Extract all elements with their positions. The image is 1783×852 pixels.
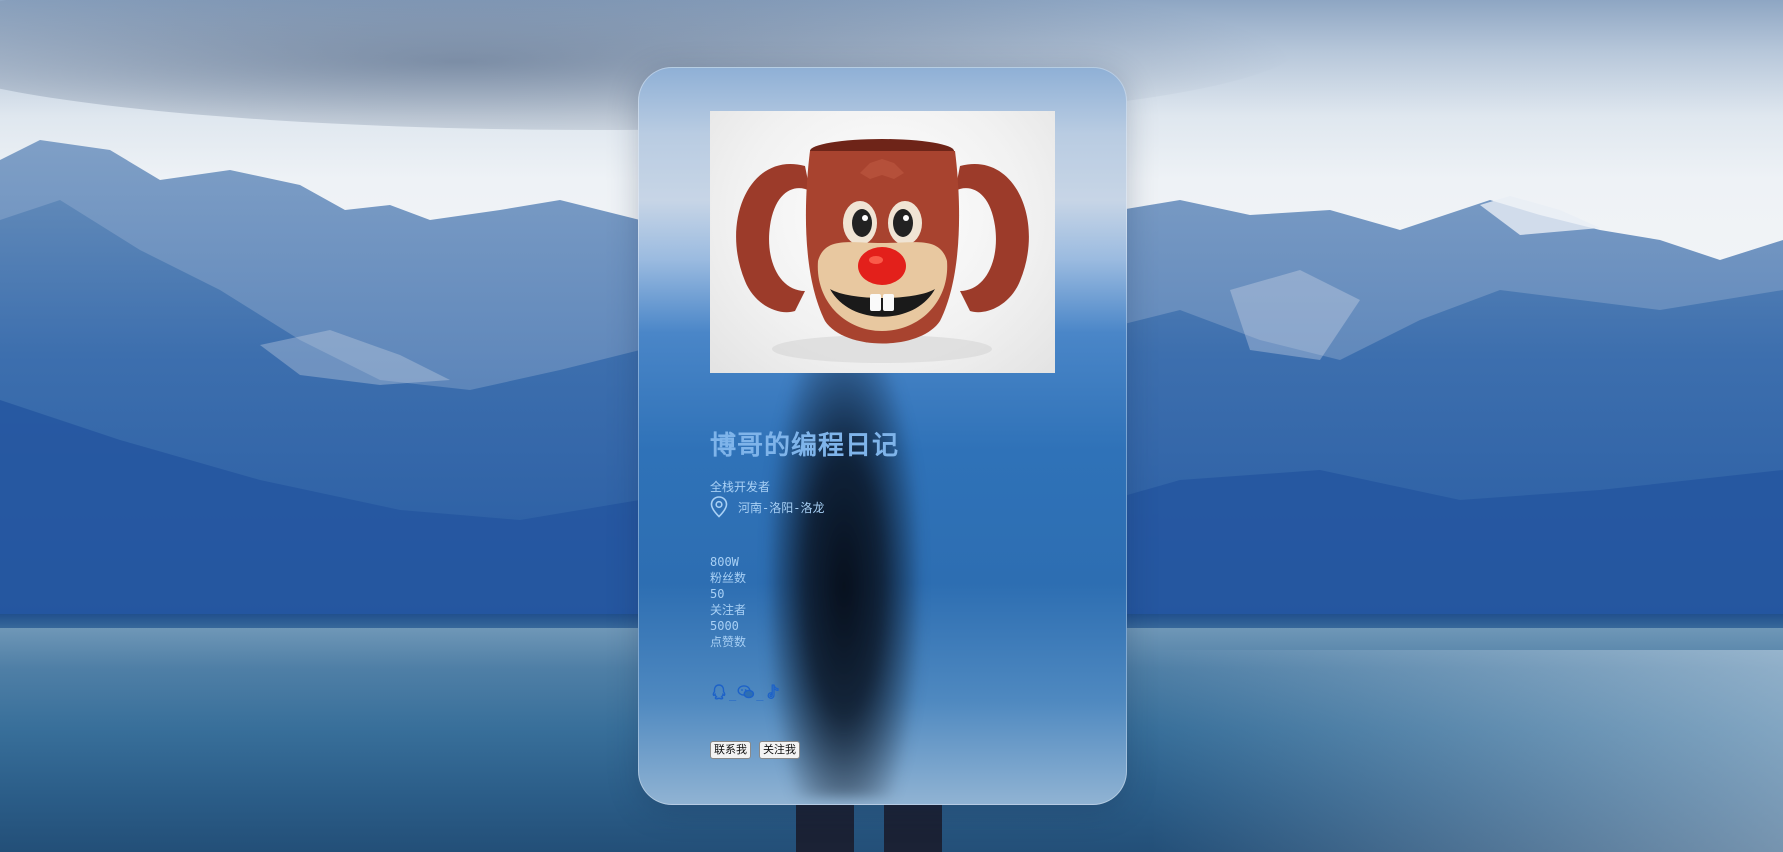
- location-text: 河南-洛阳-洛龙: [738, 500, 825, 515]
- tiktok-icon[interactable]: [764, 683, 782, 701]
- mug-illustration: [736, 139, 1029, 363]
- qq-icon[interactable]: [710, 683, 728, 701]
- contact-button[interactable]: 联系我: [710, 741, 751, 759]
- tiktok-icon-glyph: [768, 684, 780, 699]
- lake-glint: [1150, 650, 1783, 852]
- profile-location: 河南-洛阳-洛龙: [710, 496, 824, 518]
- stats-list: 800W 粉丝数 50 关注者 5000 点赞数: [710, 554, 746, 650]
- stat-following-value: 50: [710, 587, 725, 601]
- social-separator: _: [729, 687, 737, 701]
- stat-fans-value: 800W: [710, 555, 739, 569]
- profile-role: 全栈开发者: [710, 480, 771, 494]
- stat-fans-label: 粉丝数: [710, 571, 747, 585]
- social-separator: _: [756, 687, 764, 701]
- stat-likes-value: 5000: [710, 619, 739, 633]
- qq-icon-glyph: [712, 684, 726, 700]
- stat-likes-label: 点赞数: [710, 635, 747, 649]
- card-shadow: [769, 328, 919, 798]
- location-pin-icon: [710, 496, 728, 518]
- wechat-icon-glyph: [737, 685, 755, 699]
- profile-image: [710, 111, 1055, 373]
- stat-following-label: 关注者: [710, 603, 747, 617]
- person-leg: [796, 800, 854, 852]
- social-links: _ _: [710, 683, 782, 701]
- profile-name: 博哥的编程日记: [710, 431, 900, 461]
- follow-button[interactable]: 关注我: [759, 741, 800, 759]
- wechat-icon[interactable]: [737, 683, 755, 701]
- action-buttons: 联系我 关注我: [710, 741, 800, 759]
- profile-card: 博哥的编程日记 全栈开发者 河南-洛阳-洛龙 800W 粉丝数 50 关注者 5…: [638, 67, 1127, 805]
- person-leg: [884, 800, 942, 852]
